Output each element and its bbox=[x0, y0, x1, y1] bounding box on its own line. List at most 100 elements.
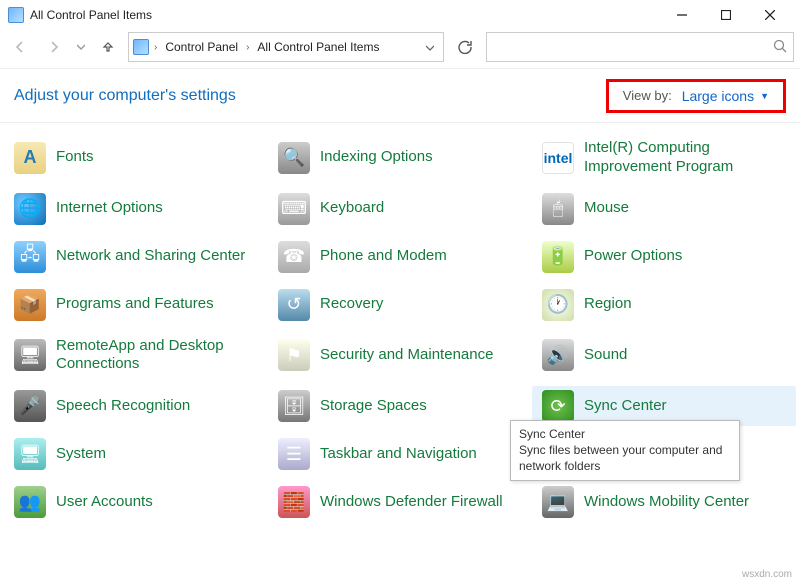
item-label: Phone and Modem bbox=[320, 247, 447, 266]
address-bar[interactable]: › Control Panel › All Control Panel Item… bbox=[128, 32, 444, 62]
remoteapp-icon: 🖥 bbox=[14, 339, 46, 371]
sound-icon: 🔊 bbox=[542, 339, 574, 371]
power-icon: 🔋 bbox=[542, 241, 574, 273]
mobility-icon: 💻 bbox=[542, 486, 574, 518]
recovery-icon: ↺ bbox=[278, 289, 310, 321]
users-icon: 👥 bbox=[14, 486, 46, 518]
phone-icon: ☎ bbox=[278, 241, 310, 273]
fonts-icon: A bbox=[14, 142, 46, 174]
address-history-dropdown[interactable] bbox=[421, 40, 439, 55]
item-label: Intel(R) Computing Improvement Program bbox=[584, 139, 786, 177]
item-indexing-options[interactable]: 🔍 Indexing Options bbox=[268, 135, 532, 181]
item-label: Power Options bbox=[584, 247, 682, 266]
item-system[interactable]: 🖥 System bbox=[4, 434, 268, 474]
item-label: Programs and Features bbox=[56, 295, 214, 314]
item-label: RemoteApp and Desktop Connections bbox=[56, 337, 258, 375]
item-region[interactable]: 🕐 Region bbox=[532, 285, 796, 325]
internet-icon: 🌐 bbox=[14, 193, 46, 225]
item-label: Windows Mobility Center bbox=[584, 493, 749, 512]
item-security-maintenance[interactable]: ⚑ Security and Maintenance bbox=[268, 333, 532, 379]
item-label: Fonts bbox=[56, 148, 94, 167]
nav-row: › Control Panel › All Control Panel Item… bbox=[0, 30, 800, 68]
view-by-dropdown[interactable]: Large icons ▼ bbox=[682, 88, 769, 104]
maximize-button[interactable] bbox=[704, 1, 748, 29]
item-user-accounts[interactable]: 👥 User Accounts bbox=[4, 482, 268, 522]
speech-icon: 🎤 bbox=[14, 390, 46, 422]
chevron-right-icon[interactable]: › bbox=[152, 42, 159, 53]
taskbar-icon: ☰ bbox=[278, 438, 310, 470]
item-label: Internet Options bbox=[56, 199, 163, 218]
refresh-button[interactable] bbox=[450, 32, 480, 62]
view-by-value: Large icons bbox=[682, 88, 754, 104]
item-label: Keyboard bbox=[320, 199, 384, 218]
firewall-icon: 🧱 bbox=[278, 486, 310, 518]
search-input[interactable] bbox=[486, 32, 794, 62]
page-header: Adjust your computer's settings View by:… bbox=[0, 68, 800, 122]
region-icon: 🕐 bbox=[542, 289, 574, 321]
item-label: Recovery bbox=[320, 295, 383, 314]
item-intel[interactable]: intel Intel(R) Computing Improvement Pro… bbox=[532, 135, 796, 181]
item-label: Sync Center bbox=[584, 397, 667, 416]
sync-icon: ⟳ bbox=[542, 390, 574, 422]
forward-button[interactable] bbox=[40, 33, 68, 61]
item-windows-mobility-center[interactable]: 💻 Windows Mobility Center bbox=[532, 482, 796, 522]
item-recovery[interactable]: ↺ Recovery bbox=[268, 285, 532, 325]
item-internet-options[interactable]: 🌐 Internet Options bbox=[4, 189, 268, 229]
item-label: Speech Recognition bbox=[56, 397, 190, 416]
programs-icon: 📦 bbox=[14, 289, 46, 321]
window-title: All Control Panel Items bbox=[30, 8, 152, 22]
storage-icon: 🗄 bbox=[278, 390, 310, 422]
back-button[interactable] bbox=[6, 33, 34, 61]
item-label: Indexing Options bbox=[320, 148, 433, 167]
item-mouse[interactable]: 🖱 Mouse bbox=[532, 189, 796, 229]
item-speech-recognition[interactable]: 🎤 Speech Recognition bbox=[4, 386, 268, 426]
item-label: Windows Defender Firewall bbox=[320, 493, 503, 512]
titlebar: All Control Panel Items bbox=[0, 0, 800, 30]
item-label: Network and Sharing Center bbox=[56, 247, 245, 266]
breadcrumb-control-panel[interactable]: Control Panel bbox=[162, 40, 241, 54]
close-button[interactable] bbox=[748, 1, 792, 29]
item-storage-spaces[interactable]: 🗄 Storage Spaces bbox=[268, 386, 532, 426]
tooltip-title: Sync Center bbox=[519, 426, 731, 442]
control-panel-icon bbox=[8, 7, 24, 23]
system-icon: 🖥 bbox=[14, 438, 46, 470]
item-remoteapp[interactable]: 🖥 RemoteApp and Desktop Connections bbox=[4, 333, 268, 379]
item-phone-modem[interactable]: ☎ Phone and Modem bbox=[268, 237, 532, 277]
mouse-icon: 🖱 bbox=[542, 193, 574, 225]
caret-down-icon: ▼ bbox=[760, 91, 769, 101]
keyboard-icon: ⌨ bbox=[278, 193, 310, 225]
item-taskbar-navigation[interactable]: ☰ Taskbar and Navigation bbox=[268, 434, 532, 474]
watermark: wsxdn.com bbox=[742, 569, 792, 580]
search-icon bbox=[773, 39, 787, 56]
item-windows-defender-firewall[interactable]: 🧱 Windows Defender Firewall bbox=[268, 482, 532, 522]
address-icon bbox=[133, 39, 149, 55]
item-label: Storage Spaces bbox=[320, 397, 427, 416]
tooltip-body: Sync files between your computer and net… bbox=[519, 443, 722, 473]
security-icon: ⚑ bbox=[278, 339, 310, 371]
intel-icon: intel bbox=[542, 142, 574, 174]
minimize-button[interactable] bbox=[660, 1, 704, 29]
tooltip: Sync Center Sync files between your comp… bbox=[510, 420, 740, 481]
item-label: Security and Maintenance bbox=[320, 346, 493, 365]
view-by-group: View by: Large icons ▼ bbox=[606, 79, 786, 113]
item-keyboard[interactable]: ⌨ Keyboard bbox=[268, 189, 532, 229]
page-title: Adjust your computer's settings bbox=[14, 87, 236, 105]
item-label: System bbox=[56, 445, 106, 464]
item-label: Taskbar and Navigation bbox=[320, 445, 477, 464]
network-icon: 🖧 bbox=[14, 241, 46, 273]
item-label: Region bbox=[584, 295, 632, 314]
item-label: User Accounts bbox=[56, 493, 153, 512]
item-power-options[interactable]: 🔋 Power Options bbox=[532, 237, 796, 277]
item-programs-features[interactable]: 📦 Programs and Features bbox=[4, 285, 268, 325]
breadcrumb-all-items[interactable]: All Control Panel Items bbox=[254, 40, 382, 54]
item-label: Mouse bbox=[584, 199, 629, 218]
chevron-right-icon[interactable]: › bbox=[244, 42, 251, 53]
item-network-sharing[interactable]: 🖧 Network and Sharing Center bbox=[4, 237, 268, 277]
item-label: Sound bbox=[584, 346, 627, 365]
up-button[interactable] bbox=[94, 33, 122, 61]
recent-dropdown[interactable] bbox=[74, 33, 88, 61]
item-sound[interactable]: 🔊 Sound bbox=[532, 333, 796, 379]
item-fonts[interactable]: A Fonts bbox=[4, 135, 268, 181]
view-by-label: View by: bbox=[623, 88, 672, 103]
indexing-icon: 🔍 bbox=[278, 142, 310, 174]
